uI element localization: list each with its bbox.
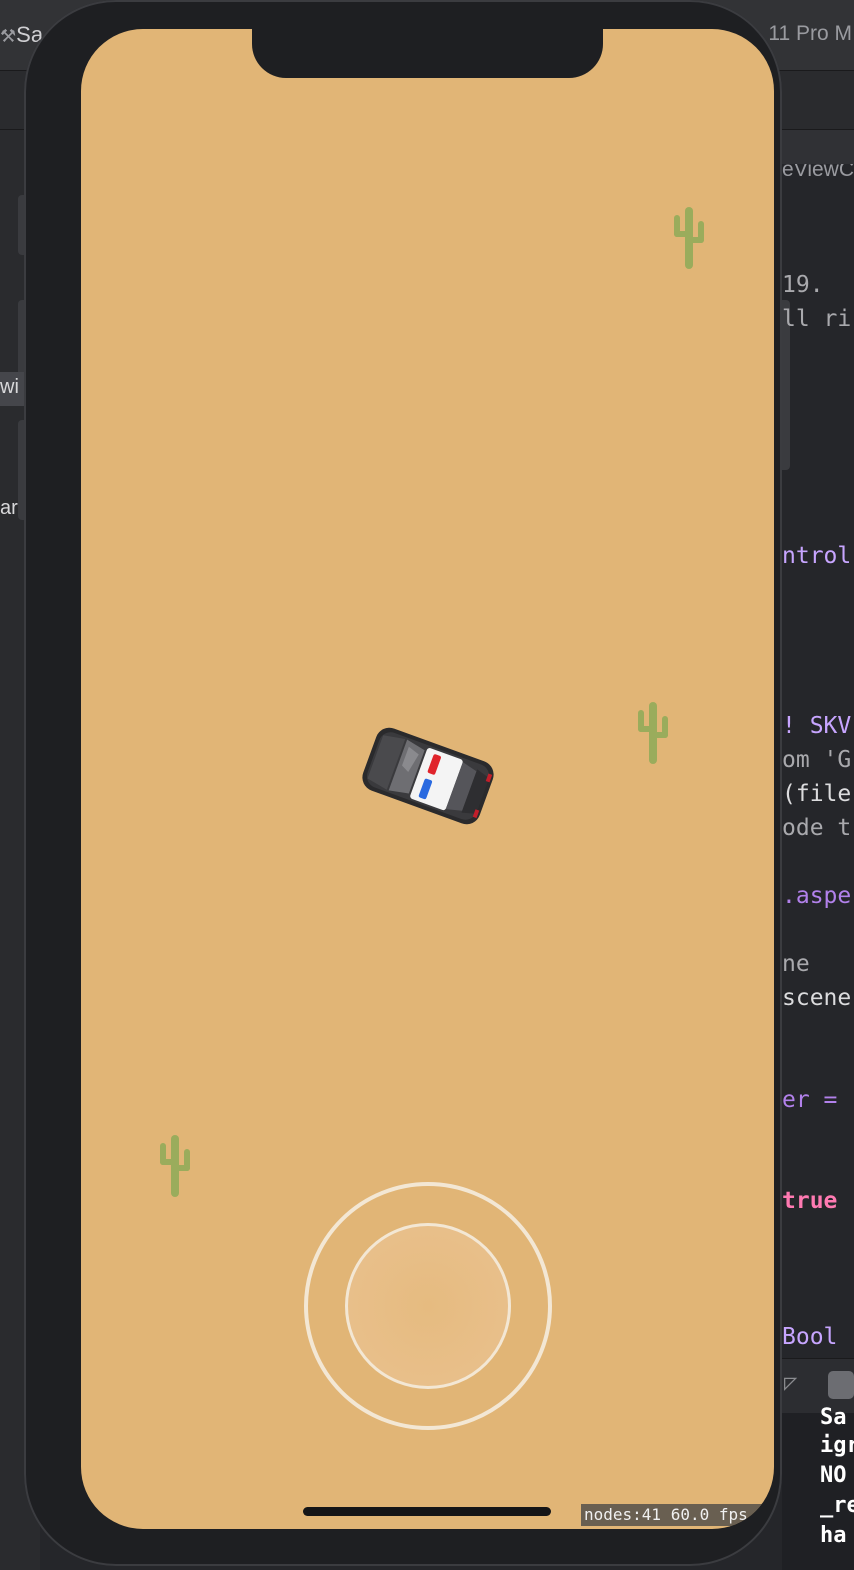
code-line: ode t [782,815,852,841]
police-car[interactable] [355,719,501,832]
iphone-simulator-frame: nodes:41 60.0 fps [24,0,782,1566]
code-line: true [782,1188,838,1214]
home-indicator[interactable] [303,1507,551,1516]
code-line: (file [782,781,852,807]
console-line: igr [820,1433,854,1458]
code-line: ntrol [782,543,852,569]
code-line: ne [782,951,810,977]
hammer-icon: ⚒ [0,26,17,46]
cactus-icon [638,702,668,764]
joystick-thumb[interactable] [345,1223,511,1389]
spritekit-stats-label: nodes:41 60.0 fps [581,1504,774,1526]
cactus-icon [674,207,704,269]
device-notch [252,29,603,78]
editor-tab-strip [782,130,854,164]
code-line: 19. [782,272,824,298]
code-line: om 'G [782,747,852,773]
navigator-item-label[interactable]: wi [0,376,19,399]
navigator-item-label[interactable]: ar [0,497,18,520]
filter-icon[interactable]: ◸ [784,1371,797,1396]
device-selector[interactable]: 11 Pro M [768,22,852,46]
code-line: Bool [782,1324,838,1350]
console-line: Sa [820,1405,847,1430]
code-line: ll ri [782,306,852,332]
code-line: ! SKV [782,713,852,739]
game-scene[interactable]: nodes:41 60.0 fps [81,29,774,1529]
cactus-icon [160,1135,190,1197]
code-line: scene [782,985,852,1011]
console-line: _re [820,1493,854,1518]
code-line: er = [782,1087,838,1113]
code-line: .aspe [782,883,852,909]
memory-graph-icon[interactable] [828,1371,854,1399]
console-line: ha [820,1523,847,1548]
console-line: NO [820,1463,847,1488]
